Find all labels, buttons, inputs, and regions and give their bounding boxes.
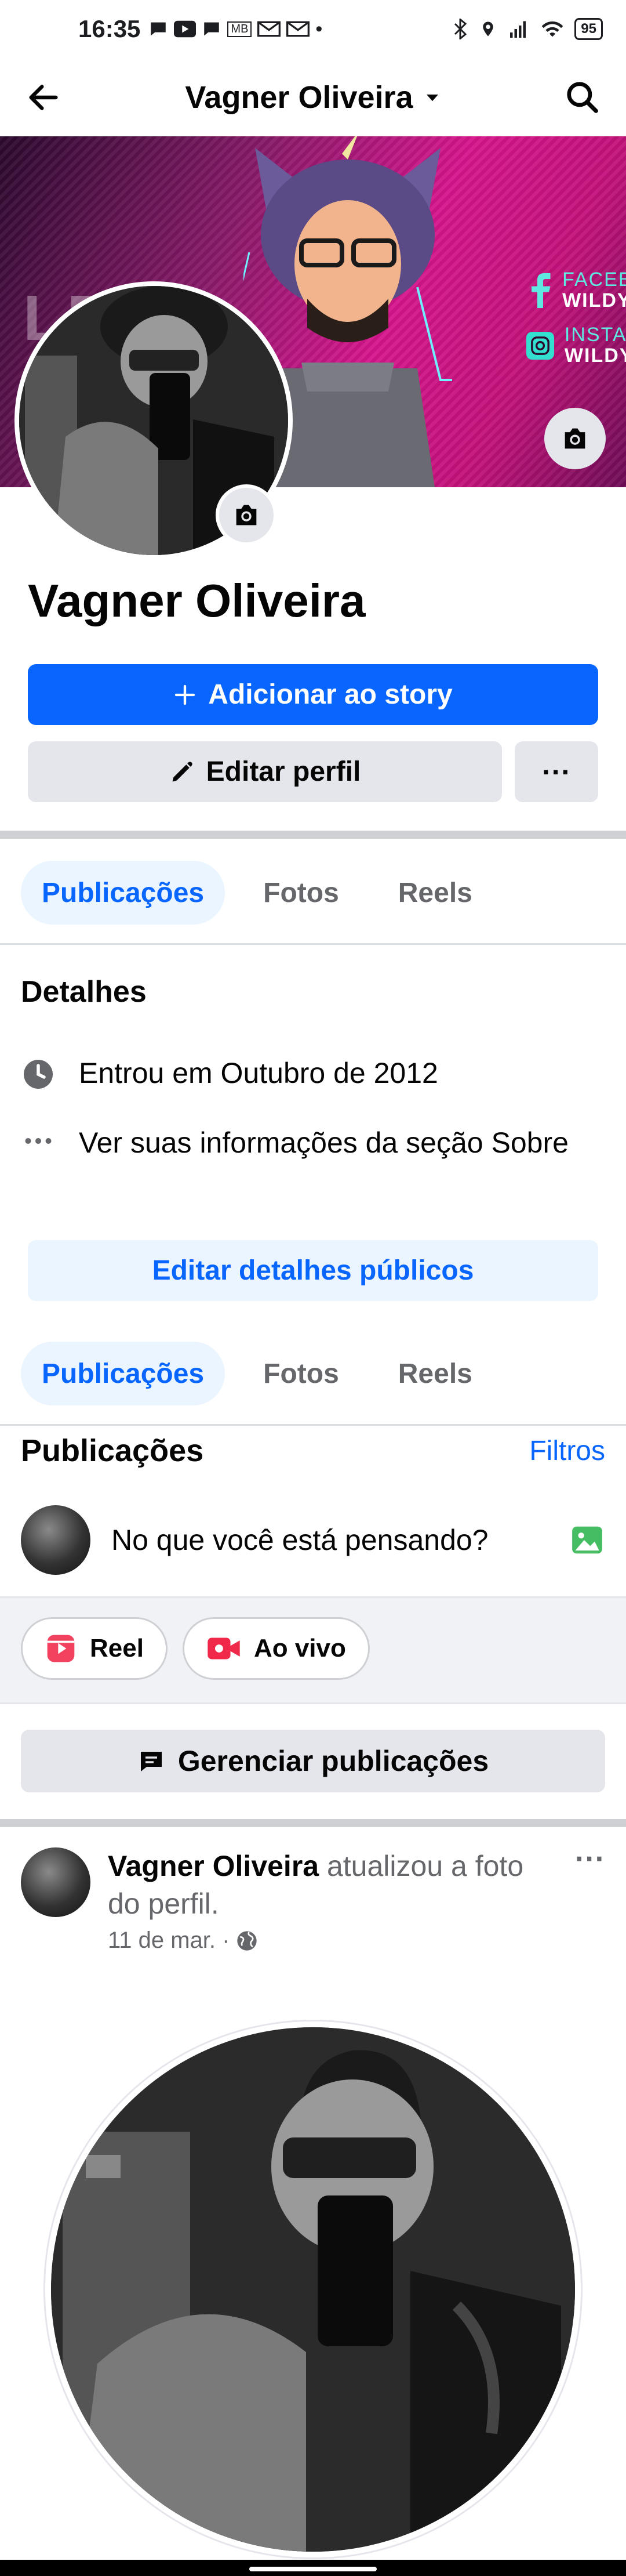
post-photo[interactable]	[45, 2021, 581, 2557]
edit-profile-label: Editar perfil	[206, 756, 361, 787]
post-headline: Vagner Oliveira atualizou a foto do perf…	[108, 1847, 558, 1923]
tabs-divider	[0, 943, 626, 945]
gmail-icon-2	[286, 21, 310, 37]
wifi-icon	[541, 21, 563, 37]
mb-icon: MB	[227, 21, 252, 37]
composer-avatar	[21, 1505, 90, 1575]
reel-chip[interactable]: Reel	[21, 1617, 168, 1680]
ellipsis-icon	[21, 1126, 56, 1161]
nav-title-text: Vagner Oliveira	[185, 79, 413, 115]
camera-icon	[236, 505, 257, 526]
add-to-story-label: Adicionar ao story	[208, 679, 453, 710]
tab-fotos[interactable]: Fotos	[242, 861, 360, 925]
signal-icon	[510, 21, 526, 38]
add-to-story-button[interactable]: Adicionar ao story	[28, 664, 598, 725]
profile-action-row: Editar perfil ···	[28, 741, 598, 802]
youtube-icon	[174, 20, 196, 38]
tab-publicacoes[interactable]: Publicações	[21, 861, 225, 925]
search-icon	[567, 81, 598, 113]
arrow-left-icon	[29, 84, 58, 110]
profile-tabs-secondary: Publicações Fotos Reels	[21, 1342, 600, 1405]
details-title: Detalhes	[21, 975, 147, 1009]
section-divider	[0, 831, 626, 839]
instagram-label: INSTAG	[564, 324, 626, 346]
message-icon	[204, 22, 220, 36]
plus-icon	[175, 684, 195, 705]
composer-placeholder: No que você está pensando?	[111, 1524, 489, 1556]
top-nav: Vagner Oliveira	[0, 58, 626, 136]
live-video-icon	[208, 1637, 240, 1660]
facebook-label: FACEBO	[562, 269, 626, 291]
tabs-divider-2	[0, 1424, 626, 1426]
bluetooth-icon	[454, 19, 467, 39]
chat-bubble-icon	[151, 22, 166, 36]
post-author[interactable]: Vagner Oliveira	[108, 1850, 319, 1882]
post-date-text: 11 de mar. ·	[108, 1928, 230, 1953]
notification-icons: MB •	[148, 18, 322, 41]
filters-link[interactable]: Filtros	[529, 1435, 605, 1467]
post-header: Vagner Oliveira atualizou a foto do perf…	[21, 1842, 605, 1954]
pencil-icon	[172, 761, 192, 781]
post-photo-art	[51, 2027, 575, 2552]
photo-icon[interactable]	[569, 1522, 605, 1558]
home-indicator[interactable]	[249, 2567, 377, 2571]
instagram-handle: WILDYH	[564, 344, 626, 367]
tab-publicacoes-2[interactable]: Publicações	[21, 1342, 225, 1405]
camera-icon	[565, 428, 585, 449]
location-icon	[483, 21, 494, 37]
live-chip[interactable]: Ao vivo	[182, 1617, 370, 1680]
profile-camera-button[interactable]	[216, 484, 277, 546]
gmail-icon	[257, 21, 281, 37]
manage-posts-label: Gerenciar publicações	[177, 1745, 489, 1777]
reel-icon	[47, 1635, 75, 1662]
posts-header: Publicações Filtros	[21, 1433, 605, 1469]
reel-chip-label: Reel	[90, 1634, 144, 1662]
post-composer[interactable]: No que você está pensando?	[21, 1502, 605, 1578]
edit-public-details-button[interactable]: Editar detalhes públicos	[28, 1240, 598, 1301]
profile-tabs: Publicações Fotos Reels	[21, 861, 600, 925]
posts-divider	[0, 1819, 626, 1827]
live-chip-label: Ao vivo	[253, 1634, 346, 1662]
caret-down-icon	[426, 94, 438, 101]
chips-divider	[0, 1702, 626, 1704]
joined-text: Entrou em Outubro de 2012	[79, 1057, 438, 1089]
create-chips: Reel Ao vivo	[21, 1617, 370, 1680]
facebook-icon	[532, 273, 551, 308]
cover-instagram-handle: INSTAG WILDYH	[526, 324, 626, 367]
post-author-avatar[interactable]	[21, 1847, 90, 1917]
cover-camera-button[interactable]	[544, 408, 606, 469]
clock-icon	[21, 1057, 56, 1092]
globe-icon	[237, 1930, 257, 1951]
post-options-button[interactable]: ···	[575, 1842, 605, 1954]
more-options-button[interactable]: ···	[515, 741, 598, 802]
post-date: 11 de mar. ·	[108, 1928, 558, 1954]
message-square-icon	[140, 1752, 162, 1771]
tab-reels-2[interactable]: Reels	[377, 1342, 493, 1405]
back-button[interactable]	[17, 71, 70, 124]
tab-fotos-2[interactable]: Fotos	[242, 1342, 360, 1405]
cover-facebook-handle: FACEBO WILDYH	[529, 269, 626, 311]
more-options-label: ···	[542, 755, 571, 788]
manage-posts-button[interactable]: Gerenciar publicações	[21, 1730, 605, 1792]
profile-name: Vagner Oliveira	[28, 575, 366, 626]
detail-joined: Entrou em Outubro de 2012	[21, 1055, 600, 1092]
search-button[interactable]	[556, 71, 609, 124]
facebook-handle: WILDYH	[562, 289, 626, 311]
status-bar: 16:35 MB • 95	[0, 0, 626, 58]
more-notifications-dot: •	[315, 17, 323, 40]
about-text: Ver suas informações da seção Sobre	[79, 1126, 569, 1159]
edit-profile-button[interactable]: Editar perfil	[28, 741, 502, 802]
posts-title: Publicações	[21, 1433, 204, 1468]
detail-about-link[interactable]: Ver suas informações da seção Sobre	[21, 1124, 600, 1162]
status-time: 16:35	[78, 15, 141, 42]
tab-reels[interactable]: Reels	[377, 861, 493, 925]
instagram-icon	[526, 331, 554, 360]
profile-switcher[interactable]: Vagner Oliveira	[185, 79, 441, 115]
battery-indicator: 95	[574, 18, 603, 40]
